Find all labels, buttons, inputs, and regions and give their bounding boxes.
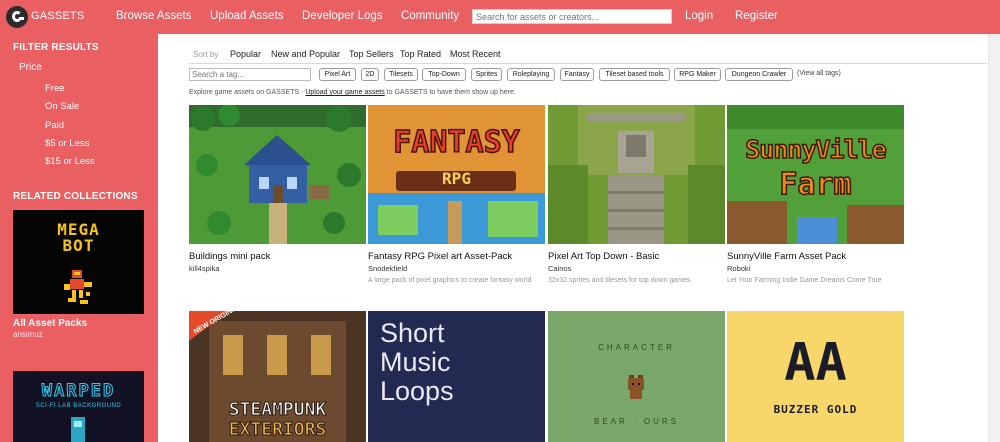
asset-author[interactable]: Roboki — [727, 264, 750, 273]
upload-assets-link[interactable]: Upload your game assets — [305, 89, 384, 96]
logo-icon[interactable] — [6, 6, 28, 28]
sort-new-and-popular[interactable]: New and Popular — [271, 49, 340, 59]
related-collections-heading: RELATED COLLECTIONS — [13, 191, 138, 202]
tag-top-down[interactable]: Top-Down — [422, 68, 466, 81]
short-music-loops-art-text: Short Music Loops — [380, 319, 454, 406]
asset-thumbnail[interactable] — [189, 105, 366, 244]
top-nav-bar: GASSETS Browse Assets Upload Assets Deve… — [0, 0, 1000, 34]
view-all-tags-link[interactable]: (View all tags) — [797, 70, 841, 77]
bear-sprite-icon — [628, 375, 644, 399]
aa-art-text: AA — [784, 333, 847, 393]
tag-sprites[interactable]: Sprites — [471, 68, 502, 81]
login-link[interactable]: Login — [685, 10, 713, 22]
asset-description: 32x32 sprites and tilesets for top down … — [548, 277, 691, 284]
tag-tileset-based-tools[interactable]: Tileset based tools — [599, 68, 670, 81]
brand-name[interactable]: GASSETS — [31, 10, 84, 22]
logo-glyph — [12, 11, 24, 22]
tag-fantasy[interactable]: Fantasy — [560, 68, 594, 81]
asset-thumbnail[interactable]: Short Music Loops — [368, 311, 545, 442]
nav-browse-assets[interactable]: Browse Assets — [116, 10, 191, 22]
explore-text: Explore game assets on GASSETS · Upload … — [189, 89, 516, 96]
fantasy-art-text: FANTASY — [393, 124, 521, 161]
collection-thumbnail-warped[interactable]: WARPED SCI-FI LAB BACKGROUND — [13, 371, 144, 442]
sort-divider — [189, 63, 987, 64]
nav-developer-logs[interactable]: Developer Logs — [302, 10, 383, 22]
megabot-art-text-2: BOT — [62, 236, 95, 255]
explore-text-before: Explore game assets on GASSETS · — [189, 89, 306, 96]
asset-thumbnail[interactable]: FANTASY RPG — [368, 105, 545, 244]
asset-thumbnail[interactable]: SunnyVille Farm — [727, 105, 904, 244]
asset-title[interactable]: Pixel Art Top Down - Basic — [548, 251, 659, 262]
tag-rpg-maker[interactable]: RPG Maker — [674, 68, 721, 81]
sort-top-rated[interactable]: Top Rated — [400, 49, 441, 59]
tag-pixel-art[interactable]: Pixel Art — [319, 68, 356, 81]
tag-tilesets[interactable]: Tilesets — [384, 68, 418, 81]
warped-art-subtitle: SCI-FI LAB BACKGROUND — [35, 403, 122, 409]
filter-paid[interactable]: Paid — [45, 120, 64, 131]
steampunk-art-text: STEAMPUNK — [228, 399, 327, 421]
vertical-scrollbar[interactable] — [988, 34, 1000, 442]
asset-thumbnail[interactable]: AA BUZZER GOLD — [727, 311, 904, 442]
asset-description: A large pack of pixel graphics to create… — [368, 277, 532, 284]
topdown-pixel-art-icon — [548, 105, 725, 244]
character-art-text: CHARACTER — [598, 343, 675, 352]
sunnyville-art-text: SunnyVille — [744, 134, 887, 165]
tag-search-input[interactable] — [189, 68, 311, 81]
bear-ours-art-text: BEAR · OURS — [593, 417, 679, 426]
buzzer-gold-art-text: BUZZER GOLD — [773, 403, 858, 416]
collection-title[interactable]: All Asset Packs — [13, 318, 87, 329]
collection-author[interactable]: ansimuz — [13, 330, 43, 339]
register-link[interactable]: Register — [735, 10, 778, 22]
price-filter-label[interactable]: Price — [19, 62, 42, 73]
exteriors-art-text: EXTERIORS — [228, 419, 327, 441]
asset-thumbnail[interactable]: CHARACTER BEAR · OURS — [548, 311, 725, 442]
filter-free[interactable]: Free — [45, 83, 65, 94]
tag-2d[interactable]: 2D — [361, 68, 379, 81]
console-sprite-icon — [71, 417, 85, 442]
asset-thumbnail[interactable] — [548, 105, 725, 244]
music-art-line-1: Short — [380, 318, 445, 348]
music-art-line-3: Loops — [380, 376, 454, 406]
asset-author[interactable]: kill4spika — [189, 264, 219, 273]
farm-art-text: Farm — [779, 166, 853, 203]
nav-community[interactable]: Community — [401, 10, 459, 22]
asset-thumbnail[interactable]: NEW ORIGINAL STEAMPUNK EXTERIORS — [189, 311, 366, 442]
sort-by-label: Sort by — [193, 50, 219, 59]
buildings-pixel-art-icon — [189, 105, 366, 244]
tag-roleplaying[interactable]: Roleplaying — [507, 68, 555, 81]
asset-title[interactable]: Fantasy RPG Pixel art Asset-Pack — [368, 251, 512, 262]
sort-top-sellers[interactable]: Top Sellers — [349, 49, 394, 59]
filter-results-heading: FILTER RESULTS — [13, 42, 99, 53]
asset-description: Let Your Farming Indie Game Dreams Come … — [727, 277, 882, 284]
asset-author[interactable]: Snodekfield — [368, 264, 407, 273]
sidebar: FILTER RESULTS Price Free On Sale Paid $… — [0, 34, 158, 442]
music-art-line-2: Music — [380, 347, 451, 377]
explore-text-after: to GASSETS to have them show up here. — [384, 89, 516, 96]
filter-15-or-less[interactable]: $15 or Less — [45, 156, 95, 167]
asset-title[interactable]: SunnyVille Farm Asset Pack — [727, 251, 846, 262]
filter-on-sale[interactable]: On Sale — [45, 101, 79, 112]
asset-author[interactable]: Cainos — [548, 264, 571, 273]
collection-thumbnail-megabot[interactable]: MEGA BOT — [13, 210, 144, 314]
search-input[interactable] — [472, 9, 672, 24]
sort-popular[interactable]: Popular — [230, 49, 261, 59]
tag-dungeon-crawler[interactable]: Dungeon Crawler — [725, 68, 793, 81]
warped-art-text: WARPED — [41, 381, 116, 402]
robot-sprite-icon — [64, 270, 92, 304]
nav-upload-assets[interactable]: Upload Assets — [210, 10, 284, 22]
rpg-art-text: RPG — [442, 169, 471, 188]
filter-5-or-less[interactable]: $5 or Less — [45, 138, 89, 149]
sort-most-recent[interactable]: Most Recent — [450, 49, 501, 59]
asset-title[interactable]: Buildings mini pack — [189, 251, 270, 262]
